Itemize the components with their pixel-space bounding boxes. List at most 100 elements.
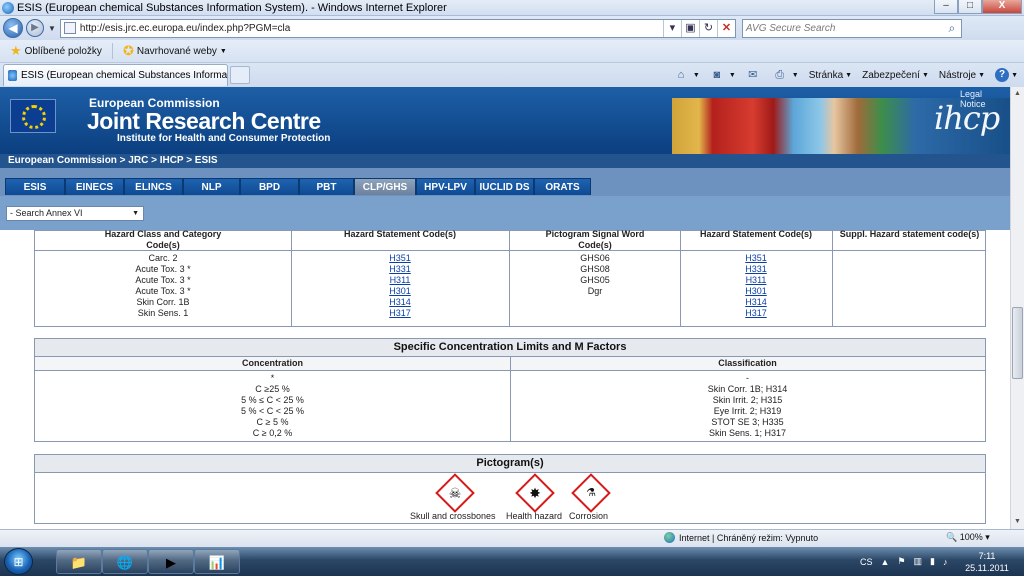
scl-classification-list: - Skin Corr. 1B; H314 Skin Irrit. 2; H31… bbox=[655, 373, 840, 439]
zoom-level[interactable]: 🔍 100% ▾ bbox=[946, 532, 990, 543]
skull-and-crossbones-icon: ☠ bbox=[448, 485, 462, 501]
labelling-statement-list: H351 H331 H311 H301 H314 H317 bbox=[726, 253, 786, 319]
concentration-limits-table: Specific Concentration Limits and M Fact… bbox=[34, 338, 986, 442]
tab-einecs[interactable]: EINECS bbox=[65, 178, 124, 195]
address-bar[interactable]: http://esis.jrc.ec.europa.eu/index.php?P… bbox=[59, 18, 736, 38]
battery-icon[interactable]: ▮ bbox=[930, 556, 935, 567]
suggested-sites-icon: ✪ bbox=[122, 43, 134, 58]
refresh-icon[interactable]: ↻ bbox=[698, 19, 717, 37]
media-player-taskbar-icon[interactable]: ▶ bbox=[148, 549, 194, 574]
language-indicator[interactable]: CS bbox=[860, 557, 873, 567]
window-title: ESIS (European chemical Substances Infor… bbox=[17, 1, 447, 14]
list-item: - bbox=[746, 373, 749, 383]
action-center-flag-icon[interactable]: ⚑ bbox=[897, 556, 905, 567]
hazard-statement-link[interactable]: H317 bbox=[726, 308, 786, 319]
hazard-statement-link[interactable]: H301 bbox=[726, 286, 786, 297]
list-item: GHS05 bbox=[580, 275, 610, 285]
breadcrumb[interactable]: European Commission > JRC > IHCP > ESIS bbox=[0, 154, 1010, 168]
tab-hpv-lpv[interactable]: HPV-LPV bbox=[416, 178, 475, 195]
browser-tab[interactable]: ESIS (European chemical Substances Infor… bbox=[3, 64, 228, 86]
close-button[interactable]: X bbox=[982, 0, 1022, 14]
divider bbox=[291, 231, 292, 326]
list-item: C ≥ 5 % bbox=[256, 417, 289, 427]
system-clock[interactable]: 7:11 25.11.2011 bbox=[958, 550, 1016, 574]
hazard-statement-link[interactable]: H311 bbox=[370, 275, 430, 286]
hazard-statement-link[interactable]: H301 bbox=[370, 286, 430, 297]
tab-pbt[interactable]: PBT bbox=[299, 178, 354, 195]
suggested-sites-button[interactable]: ✪ Navrhované weby ▼ bbox=[123, 43, 227, 59]
powerpoint-taskbar-icon[interactable]: 📊 bbox=[194, 549, 240, 574]
hazard-statement-link[interactable]: H314 bbox=[370, 297, 430, 308]
tab-nlp[interactable]: NLP bbox=[183, 178, 240, 195]
column-header-pictogram: Pictogram Signal Word Code(s) bbox=[545, 229, 645, 250]
page-menu[interactable]: Stránka ▼ bbox=[809, 70, 852, 81]
search-icon[interactable]: ⌕ bbox=[943, 21, 961, 36]
show-hidden-icons-icon[interactable]: ▲ bbox=[881, 557, 890, 567]
scl-title: Specific Concentration Limits and M Fact… bbox=[35, 339, 985, 357]
pictograms-title: Pictogram(s) bbox=[35, 455, 985, 473]
safety-menu[interactable]: Zabezpečení ▼ bbox=[862, 70, 929, 81]
start-button[interactable]: ⊞ bbox=[4, 548, 33, 575]
scroll-down-icon[interactable]: ▼ bbox=[1011, 515, 1024, 529]
tab-elincs[interactable]: ELINCS bbox=[124, 178, 183, 195]
favorites-button[interactable]: ★ Oblíbené položky bbox=[10, 43, 102, 59]
back-button[interactable]: ◀ bbox=[3, 18, 23, 38]
home-button[interactable]: ⌂ ▼ bbox=[674, 69, 700, 81]
hazard-class-list: Carc. 2 Acute Tox. 3 * Acute Tox. 3 * Ac… bbox=[95, 253, 231, 319]
list-item: Acute Tox. 3 * bbox=[135, 264, 191, 274]
tab-esis[interactable]: ESIS bbox=[5, 178, 65, 195]
command-bar: ⌂ ▼ ◙ ▼ ✉ ⎙ ▼ Stránka ▼ Zabezpečení ▼ Nástroj… bbox=[664, 68, 1024, 82]
page-scrollbar[interactable]: ▲ ▼ bbox=[1010, 87, 1024, 529]
safety-menu-label: Zabezpečení bbox=[862, 69, 920, 81]
web-page: European Commission Joint Research Centr… bbox=[0, 87, 1010, 529]
hazard-statement-link[interactable]: H351 bbox=[370, 253, 430, 264]
tab-bpd[interactable]: BPD bbox=[240, 178, 299, 195]
stop-icon[interactable]: ✕ bbox=[716, 19, 735, 37]
search-input[interactable]: AVG Secure Search ⌕ bbox=[741, 18, 962, 38]
hazard-statement-link[interactable]: H314 bbox=[726, 297, 786, 308]
eu-flag-logo[interactable] bbox=[10, 99, 56, 133]
hazard-statement-link[interactable]: H351 bbox=[726, 253, 786, 264]
pictogram-label: Skull and crossbones bbox=[410, 511, 496, 521]
hazard-statement-link[interactable]: H311 bbox=[726, 275, 786, 286]
scrollbar-thumb[interactable] bbox=[1012, 307, 1023, 379]
scroll-up-icon[interactable]: ▲ bbox=[1011, 87, 1024, 101]
url-text[interactable]: http://esis.jrc.ec.europa.eu/index.php?P… bbox=[80, 23, 663, 34]
tab-clp-ghs[interactable]: CLP/GHS bbox=[354, 178, 416, 195]
star-icon: ★ bbox=[10, 43, 22, 58]
window-titlebar: ESIS (European chemical Substances Infor… bbox=[0, 0, 1024, 16]
list-item: Acute Tox. 3 * bbox=[135, 275, 191, 285]
security-zone[interactable]: Internet | Chráněný režim: Vypnuto bbox=[664, 532, 818, 543]
search-annex-select[interactable]: - Search Annex VI ▼ bbox=[6, 206, 144, 221]
feeds-button[interactable]: ◙ ▼ bbox=[710, 69, 736, 81]
print-button[interactable]: ⎙ ▼ bbox=[773, 69, 798, 81]
compatibility-view-icon[interactable]: ▣ bbox=[680, 19, 699, 37]
volume-icon[interactable]: ♪ bbox=[943, 557, 948, 567]
forward-button[interactable]: ▶ bbox=[26, 19, 44, 37]
internet-explorer-taskbar-icon[interactable]: 🌐 bbox=[102, 549, 148, 574]
browser-tab-label: ESIS (European chemical Substances Infor… bbox=[20, 70, 227, 81]
minimize-button[interactable]: – bbox=[934, 0, 958, 14]
history-dropdown-icon[interactable]: ▼ bbox=[48, 24, 56, 33]
help-button[interactable]: ? ▼ bbox=[995, 68, 1018, 82]
column-header-labelling-statement: Hazard Statement Code(s) bbox=[699, 229, 813, 239]
maximize-button[interactable]: □ bbox=[958, 0, 982, 14]
hazard-statement-link[interactable]: H331 bbox=[726, 264, 786, 275]
new-tab-button[interactable] bbox=[230, 66, 250, 84]
column-header-suppl-statement: Suppl. Hazard statement code(s) bbox=[839, 229, 980, 239]
explorer-taskbar-icon[interactable]: 📁 bbox=[56, 549, 102, 574]
network-icon[interactable]: ▥ bbox=[914, 556, 923, 567]
mail-button[interactable]: ✉ bbox=[746, 69, 763, 81]
legal-notice-link[interactable]: Legal Notice bbox=[960, 89, 1010, 109]
hazard-statement-link[interactable]: H317 bbox=[370, 308, 430, 319]
system-tray: CS ▲ ⚑ ▥ ▮ ♪ bbox=[852, 547, 947, 576]
list-item: STOT SE 3; H335 bbox=[711, 417, 784, 427]
tab-orats[interactable]: ORATS bbox=[534, 178, 591, 195]
tools-menu[interactable]: Nástroje ▼ bbox=[939, 70, 985, 81]
list-item: 5 % ≤ C < 25 % bbox=[241, 395, 304, 405]
hazard-statement-link[interactable]: H331 bbox=[370, 264, 430, 275]
address-dropdown-icon[interactable]: ▾ bbox=[662, 19, 681, 37]
status-bar: Internet | Chráněný režim: Vypnuto 🔍 100… bbox=[0, 529, 1024, 547]
tab-iuclid-ds[interactable]: IUCLID DS bbox=[475, 178, 534, 195]
ie-app-icon bbox=[2, 1, 14, 14]
